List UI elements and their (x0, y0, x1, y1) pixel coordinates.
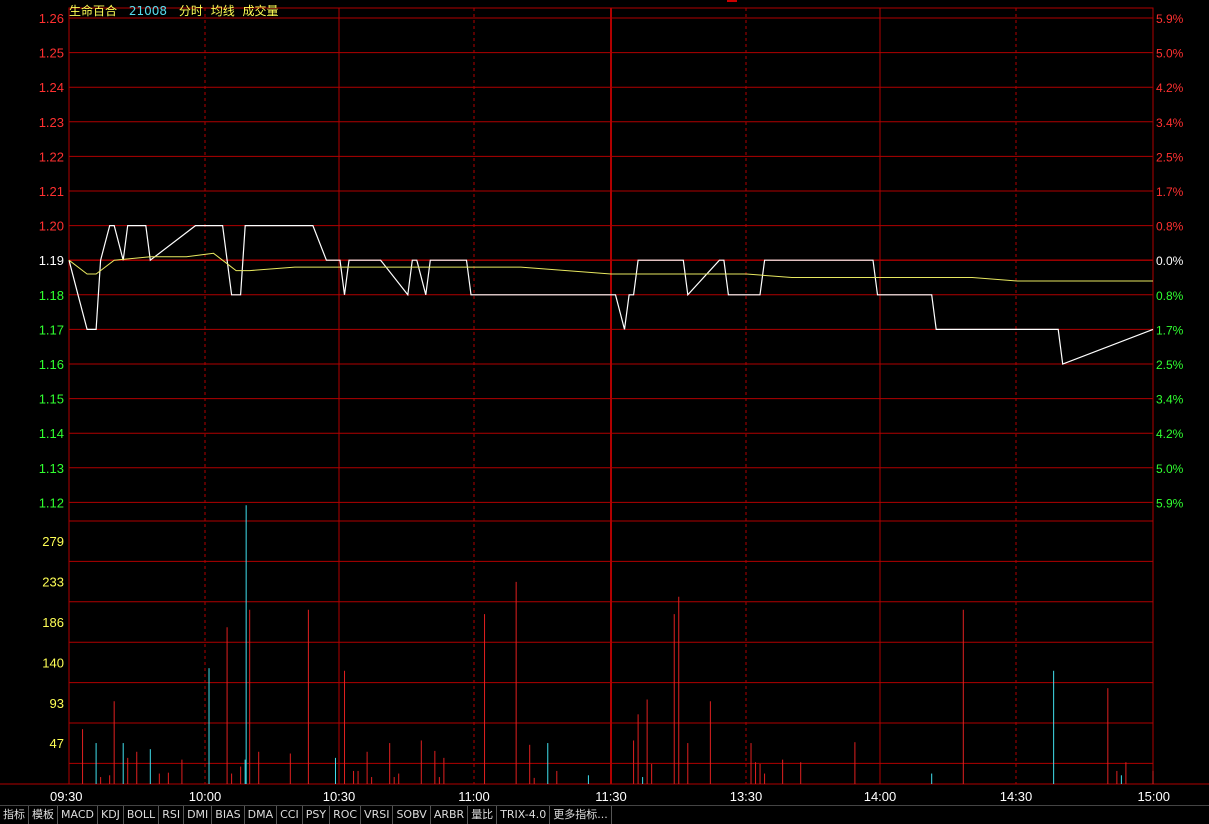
percent-tick-label: 1.7% (1156, 323, 1184, 337)
volume-tick-label: 186 (42, 615, 64, 630)
time-tick-label: 14:00 (864, 789, 897, 804)
label-volume: 成交量 (242, 4, 279, 18)
label-junxian: 均线 (210, 4, 235, 18)
tab-bias[interactable]: BIAS (212, 806, 245, 824)
tab-indicator[interactable]: 指标 (0, 806, 29, 824)
tab-sobv[interactable]: SOBV (393, 806, 431, 824)
price-tick-label: 1.20 (39, 219, 64, 234)
percent-tick-label: 3.4% (1156, 116, 1184, 130)
time-tick-label: 15:00 (1137, 789, 1170, 804)
percent-tick-label: 2.5% (1156, 150, 1184, 164)
tab-macd[interactable]: MACD (58, 806, 98, 824)
price-tick-label: 1.19 (39, 253, 64, 268)
time-tick-label: 13:30 (730, 789, 763, 804)
tab-cci[interactable]: CCI (277, 806, 303, 824)
percent-tick-label: 3.4% (1156, 393, 1184, 407)
indicator-tab-bar: 指标 模板 MACD KDJ BOLL RSI DMI BIAS DMA CCI… (0, 805, 1209, 824)
price-tick-label: 1.24 (39, 80, 64, 95)
tab-dmi[interactable]: DMI (184, 806, 213, 824)
price-tick-label: 1.13 (39, 461, 64, 476)
tab-volume-ratio[interactable]: 量比 (468, 806, 498, 824)
volume-tick-label: 233 (42, 575, 64, 590)
tab-more-indicators[interactable]: 更多指标... (550, 806, 612, 824)
price-tick-label: 1.15 (39, 392, 64, 407)
price-tick-label: 1.16 (39, 357, 64, 372)
percent-tick-label: 4.2% (1156, 427, 1184, 441)
time-tick-label: 11:30 (595, 789, 627, 804)
percent-tick-label: 4.2% (1156, 81, 1184, 95)
percent-tick-label: 0.8% (1156, 220, 1184, 234)
percent-tick-label: 5.9% (1156, 496, 1184, 510)
label-fenshi: 分时 (178, 4, 203, 18)
price-tick-label: 1.12 (39, 495, 64, 510)
volume-tick-label: 93 (50, 696, 64, 711)
percent-tick-label: 5.9% (1156, 12, 1184, 26)
price-tick-label: 1.14 (39, 426, 64, 441)
percent-tick-label: 0.0% (1156, 254, 1184, 268)
price-tick-label: 1.26 (39, 11, 64, 26)
tab-trix[interactable]: TRIX-4.0 (497, 806, 551, 824)
intraday-chart[interactable]: 1.26 1.25 1.24 1.23 1.22 1.21 1.20 1.19 1.18 1.17… (0, 0, 1209, 805)
time-tick-label: 11:00 (458, 789, 490, 804)
stock-name: 生命百合 (69, 4, 118, 18)
price-tick-label: 1.25 (39, 46, 64, 61)
volume-tick-label: 279 (42, 534, 64, 549)
volume-tick-label: 140 (42, 655, 64, 670)
tab-arbr[interactable]: ARBR (431, 806, 469, 824)
tab-kdj[interactable]: KDJ (98, 806, 124, 824)
stock-code: 21008 (128, 4, 168, 18)
chart-header: 生命百合 21008 分时 均线 成交量 (69, 2, 283, 19)
time-tick-label: 10:00 (189, 789, 222, 804)
percent-tick-label: 5.0% (1156, 462, 1184, 476)
price-tick-label: 1.18 (39, 288, 64, 303)
price-tick-label: 1.21 (39, 184, 64, 199)
percent-tick-label: 1.7% (1156, 185, 1184, 199)
time-tick-label: 10:30 (323, 789, 356, 804)
volume-tick-label: 47 (50, 736, 64, 751)
tab-roc[interactable]: ROC (330, 806, 362, 824)
tab-dma[interactable]: DMA (245, 806, 278, 824)
percent-tick-label: 2.5% (1156, 358, 1184, 372)
tab-psy[interactable]: PSY (303, 806, 331, 824)
price-tick-label: 1.17 (39, 322, 64, 337)
price-tick-label: 1.22 (39, 149, 64, 164)
tab-boll[interactable]: BOLL (124, 806, 160, 824)
percent-tick-label: 0.8% (1156, 289, 1184, 303)
time-tick-label: 14:30 (1000, 789, 1033, 804)
percent-tick-label: 5.0% (1156, 47, 1184, 61)
price-tick-label: 1.23 (39, 115, 64, 130)
time-tick-label: 09:30 (50, 789, 83, 804)
tab-vrsi[interactable]: VRSI (361, 806, 394, 824)
tab-template[interactable]: 模板 (29, 806, 58, 824)
tab-rsi[interactable]: RSI (159, 806, 185, 824)
